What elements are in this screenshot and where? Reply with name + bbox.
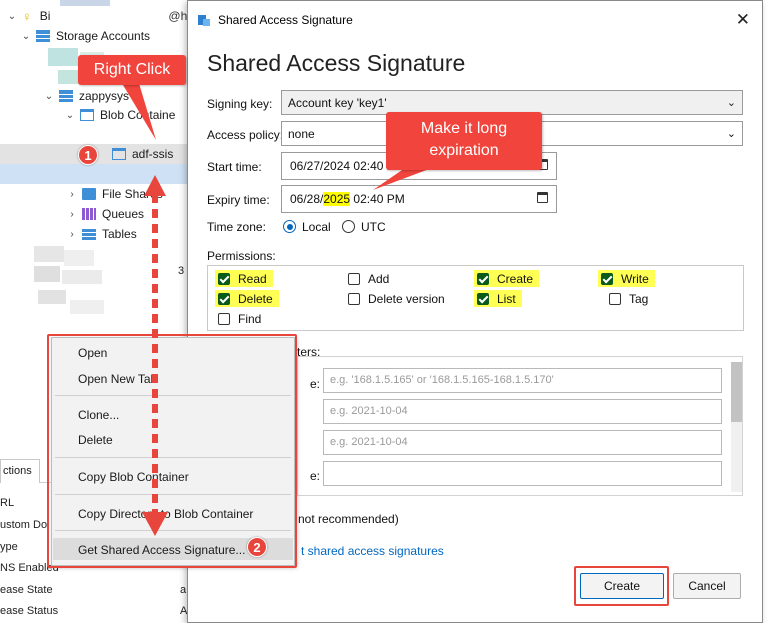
callout-make-long: Make it long expiration: [386, 112, 542, 170]
step-badge-2: 2: [247, 537, 267, 557]
badge-number: 1: [84, 147, 92, 163]
callout-pointer: [373, 168, 432, 190]
callout-right-click: Right Click: [78, 55, 186, 85]
arrow-head-down: [142, 512, 168, 536]
arrow-head-up: [144, 175, 166, 196]
callout-text: Make it long expiration: [420, 120, 508, 159]
badge-number: 2: [253, 539, 261, 555]
annotation-arrows: [120, 80, 432, 536]
callout-pointer: [120, 80, 156, 140]
callout-text: Right Click: [93, 61, 171, 78]
step-badge-1: 1: [78, 145, 98, 165]
